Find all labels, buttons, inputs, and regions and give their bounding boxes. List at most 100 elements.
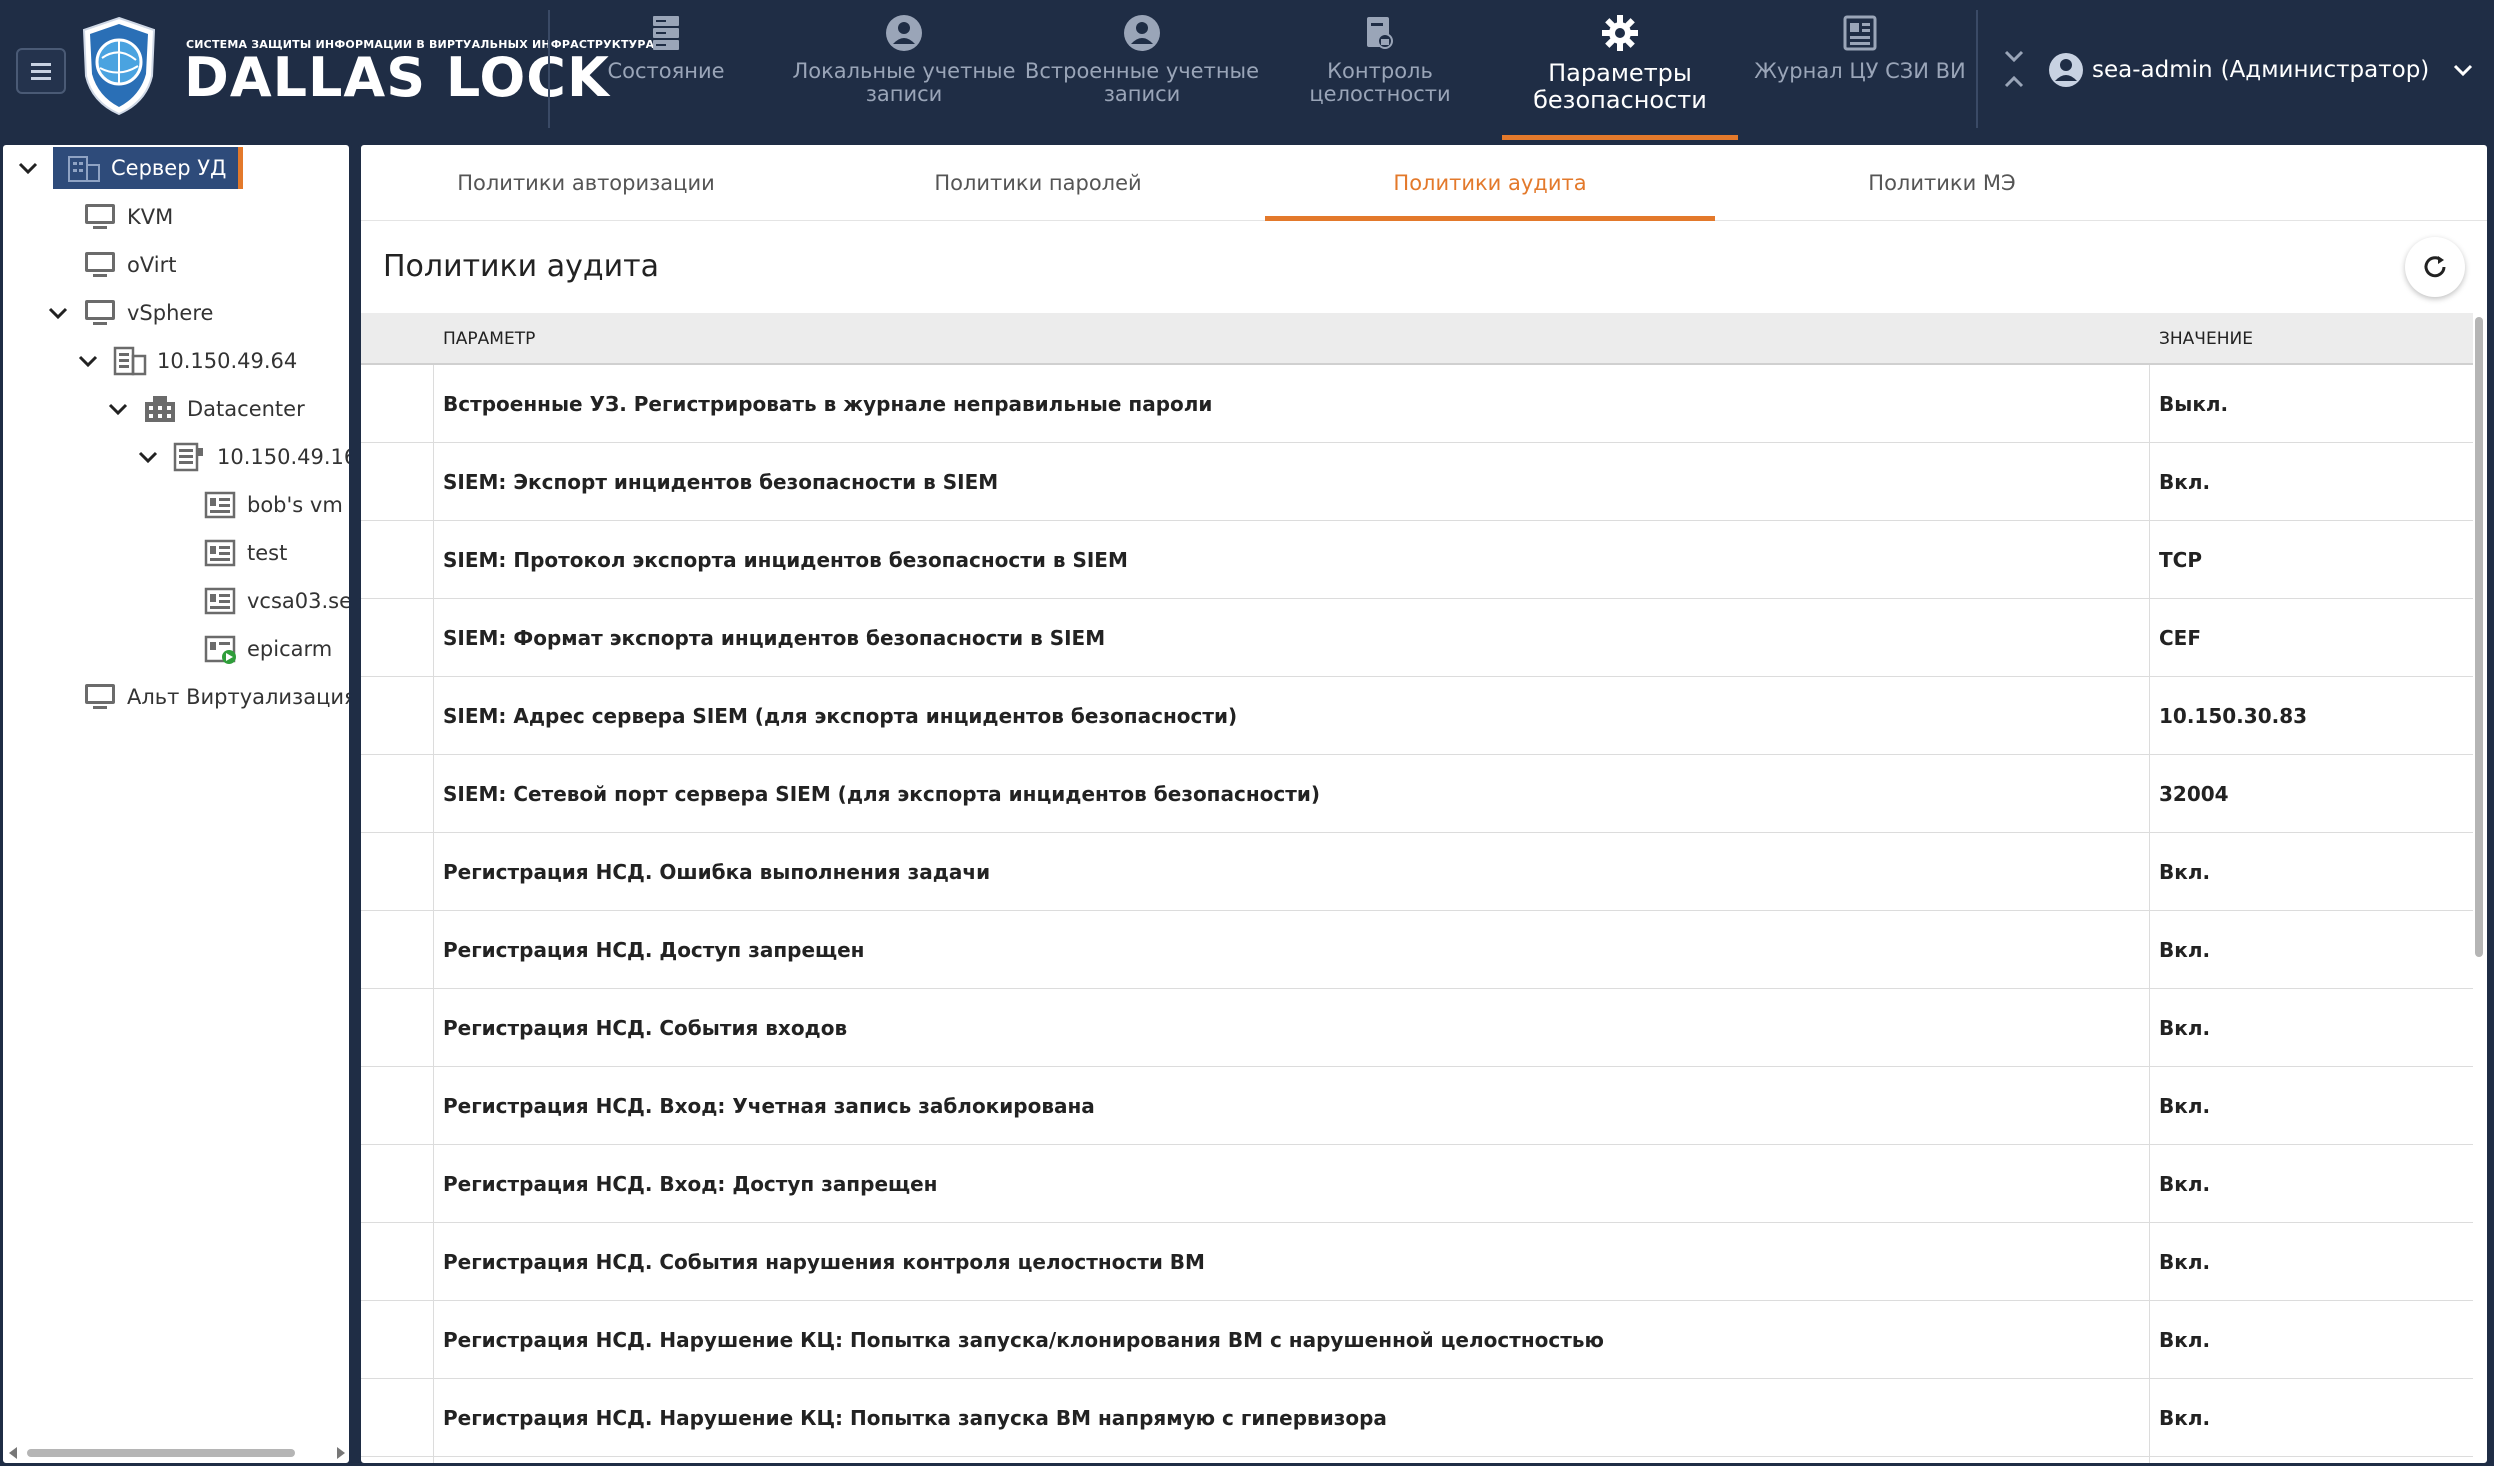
table-row[interactable]: Регистрация НСД. Вход: Учетная запись за… (361, 1067, 2473, 1145)
vm-icon (204, 539, 236, 567)
menu-button[interactable] (16, 48, 66, 94)
tree-node-vm-test[interactable]: test (203, 531, 287, 575)
column-header-param[interactable]: ПАРАМЕТР (443, 313, 535, 365)
monitor-icon (85, 204, 115, 229)
scroll-thumb[interactable] (27, 1449, 295, 1457)
horizontal-scrollbar[interactable] (9, 1447, 345, 1459)
tree-node-datacenter[interactable]: Datacenter (107, 387, 305, 431)
value-cell[interactable]: Вкл. (2159, 911, 2210, 989)
vertical-scrollbar[interactable] (2475, 317, 2483, 957)
gear-icon (1599, 12, 1641, 54)
value-cell[interactable]: Вкл. (2159, 443, 2210, 521)
table-row[interactable]: SIEM: Адрес сервера SIEM (для экспорта и… (361, 677, 2473, 755)
tree-node-label: 10.150.49.64 (157, 349, 298, 373)
tree-node-label: Datacenter (187, 397, 305, 421)
tree-node-vm-bob[interactable]: bob's vm (203, 483, 343, 527)
nav-label: Встроенные учетные записи (1024, 59, 1260, 106)
value-cell[interactable]: 10.150.30.83 (2159, 677, 2307, 755)
monitor-icon (85, 252, 115, 277)
value-cell[interactable]: 32004 (2159, 755, 2229, 833)
server-building-icon (68, 156, 100, 182)
chevron-down-icon[interactable] (137, 446, 159, 468)
nav-status[interactable]: Состояние (548, 0, 784, 140)
value-cell[interactable]: Вкл. (2159, 989, 2210, 1067)
tree-node-server[interactable]: Сервер УД (17, 147, 244, 189)
server-icon (645, 12, 687, 54)
table-row[interactable]: Регистрация НСД. События входов Вкл. (361, 989, 2473, 1067)
tree-node-label: test (247, 541, 288, 565)
host-icon (113, 346, 147, 376)
table-row[interactable]: SIEM: Сетевой порт сервера SIEM (для экс… (361, 755, 2473, 833)
table-row[interactable]: Регистрация НСД. Ошибка выполнения задач… (361, 833, 2473, 911)
vm-icon (204, 587, 236, 615)
param-cell: Регистрация НСД. Нарушение КЦ: Попытка з… (443, 1406, 1387, 1430)
param-cell: SIEM: Сетевой порт сервера SIEM (для экс… (443, 782, 1321, 806)
param-cell: SIEM: Экспорт инцидентов безопасности в … (443, 470, 999, 494)
tree-node-ovirt[interactable]: oVirt (83, 243, 176, 287)
value-cell[interactable]: Вкл. (2159, 833, 2210, 911)
datacenter-icon (145, 396, 175, 422)
table-row[interactable]: SIEM: Протокол экспорта инцидентов безоп… (361, 521, 2473, 599)
param-cell: Встроенные УЗ. Регистрировать в журнале … (443, 392, 1213, 416)
table-row[interactable]: Регистрация НСД. События нарушения контр… (361, 1223, 2473, 1301)
tab-audit-policies[interactable]: Политики аудита (1265, 145, 1715, 221)
tree-node-label: Сервер УД (111, 156, 227, 180)
table-row[interactable]: Регистрация НСД. Нарушение КЦ: Попытка з… (361, 1379, 2473, 1457)
collapse-icon[interactable] (2000, 48, 2028, 90)
nav-integrity-control[interactable]: Контроль целостности (1262, 0, 1498, 140)
value-cell[interactable]: CEF (2159, 599, 2201, 677)
chevron-down-icon[interactable] (107, 398, 129, 420)
table-row[interactable]: Регистрация НСД. Доступ запрещен Вкл. (361, 911, 2473, 989)
host-icon (173, 442, 203, 472)
chevron-down-icon[interactable] (47, 302, 69, 324)
chevron-down-icon[interactable] (77, 350, 99, 372)
tree-node-vm-vcsa[interactable]: vcsa03.sea (203, 579, 349, 623)
tree-node-label: vSphere (127, 301, 214, 325)
chevron-down-icon[interactable] (17, 157, 39, 179)
value-cell[interactable]: Вкл. (2159, 1301, 2210, 1379)
scroll-right-icon[interactable] (337, 1447, 345, 1459)
tree-node-host-64[interactable]: 10.150.49.64 (77, 339, 297, 383)
table-row[interactable]: SIEM: Экспорт инцидентов безопасности в … (361, 443, 2473, 521)
nav-builtin-accounts[interactable]: Встроенные учетные записи (1024, 0, 1260, 140)
tree-node-vsphere[interactable]: vSphere (47, 291, 213, 335)
table-row[interactable]: SIEM: Формат экспорта инцидентов безопас… (361, 599, 2473, 677)
tab-password-policies[interactable]: Политики паролей (813, 145, 1263, 221)
selected-node[interactable]: Сервер УД (53, 147, 244, 189)
table-row[interactable]: Встроенные УЗ. Регистрировать в журнале … (361, 365, 2473, 443)
tree-node-label: bob's vm (247, 493, 343, 517)
dallas-lock-logo-icon (82, 16, 156, 116)
table-row[interactable]: Регистрация НСД. Нарушение КЦ: Попытка з… (361, 1301, 2473, 1379)
user-menu[interactable]: sea-admin (Администратор) (2048, 50, 2475, 90)
value-cell[interactable]: Вкл. (2159, 1145, 2210, 1223)
nav-security-params[interactable]: Параметры безопасности (1502, 0, 1738, 140)
tab-firewall-policies[interactable]: Политики МЭ (1717, 145, 2167, 221)
value-cell[interactable]: Вкл. (2159, 1223, 2210, 1301)
policy-tabs: Политики авторизации Политики паролей По… (361, 145, 2487, 221)
tree-node-vm-epicarm[interactable]: epicarm (203, 627, 332, 671)
object-tree: Сервер УД KVM oVirt vSphere 10.150.49.64… (0, 142, 352, 1466)
nav-local-accounts[interactable]: Локальные учетные записи (786, 0, 1022, 140)
main-panel: Политики авторизации Политики паролей По… (358, 142, 2490, 1466)
nav-journal[interactable]: Журнал ЦУ СЗИ ВИ (1742, 0, 1978, 140)
table-row[interactable]: Регистрация НСД. Вход: Доступ запрещен Вк… (361, 1145, 2473, 1223)
value-cell[interactable]: Выкл. (2159, 365, 2228, 443)
value-cell[interactable]: TCP (2159, 521, 2202, 599)
nav-label: Параметры безопасности (1533, 59, 1707, 114)
param-cell: SIEM: Протокол экспорта инцидентов безоп… (443, 548, 1128, 572)
value-cell[interactable]: Вкл. (2159, 1379, 2210, 1457)
user-role: (Администратор) (2220, 57, 2430, 83)
user-avatar-icon (2049, 53, 2083, 87)
tree-node-kvm[interactable]: KVM (83, 195, 173, 239)
tab-authorization-policies[interactable]: Политики авторизации (361, 145, 811, 221)
hamburger-icon (31, 61, 51, 82)
nav-label: Контроль целостности (1309, 59, 1451, 106)
refresh-button[interactable] (2405, 237, 2465, 297)
monitor-icon (85, 684, 115, 709)
tree-node-alt-virt[interactable]: Альт Виртуализация ( (83, 675, 349, 719)
value-cell[interactable]: Вкл. (2159, 1067, 2210, 1145)
user-name: sea-admin (2092, 57, 2213, 83)
tree-node-host-166[interactable]: 10.150.49.166 (137, 435, 349, 479)
column-header-value[interactable]: ЗНАЧЕНИЕ (2159, 313, 2253, 365)
scroll-left-icon[interactable] (9, 1447, 17, 1459)
